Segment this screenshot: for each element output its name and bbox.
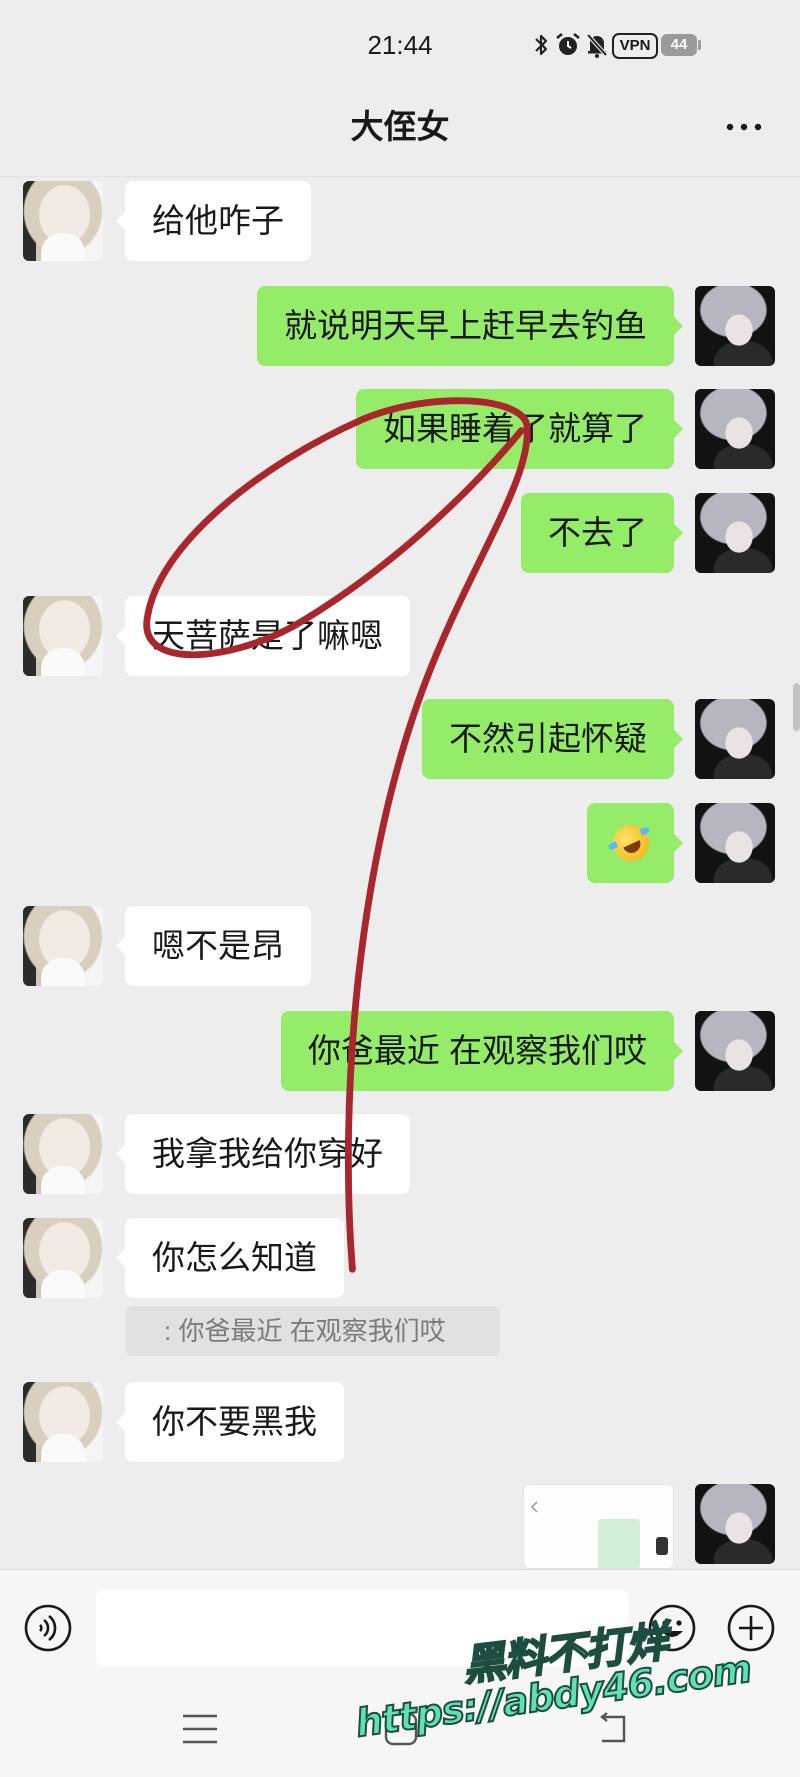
incoming-message[interactable]: 给他咋子 (116, 181, 311, 261)
image-content (656, 1537, 668, 1555)
outgoing-message[interactable]: 就说明天早上赶早去钓鱼 (257, 286, 683, 366)
vpn-icon: VPN (612, 33, 658, 59)
annotation-overlay (143, 397, 531, 1273)
image-message-thumbnail[interactable] (523, 1484, 674, 1569)
incoming-message[interactable]: 嗯不是昂 (116, 906, 311, 986)
contact-avatar[interactable] (23, 1382, 103, 1462)
my-avatar[interactable] (695, 286, 775, 366)
my-avatar[interactable] (695, 389, 775, 469)
contact-avatar[interactable] (23, 1114, 103, 1194)
outgoing-message[interactable]: 如果睡着了就算了 (356, 389, 683, 469)
incoming-message[interactable]: 你怎么知道 (116, 1218, 344, 1298)
image-content (598, 1519, 640, 1568)
header-divider (0, 176, 800, 177)
mute-bell-icon (586, 33, 608, 58)
my-avatar[interactable] (695, 1011, 775, 1091)
contact-avatar[interactable] (23, 181, 103, 261)
contact-avatar[interactable] (23, 596, 103, 676)
back-icon[interactable] (594, 1711, 630, 1747)
scrollbar-thumb[interactable] (793, 683, 800, 731)
more-dots-icon[interactable] (722, 113, 766, 141)
incoming-message[interactable]: 你不要黑我 (116, 1382, 344, 1462)
quoted-reply[interactable]: : 你爸最近 在观察我们哎 (126, 1306, 500, 1356)
plus-icon[interactable] (726, 1603, 776, 1653)
chat-title: 大侄女 (350, 108, 450, 145)
contact-avatar[interactable] (23, 1218, 103, 1298)
menu-icon[interactable] (181, 1712, 219, 1746)
outgoing-message[interactable]: 你爸最近 在观察我们哎 (280, 1011, 684, 1091)
battery-tip (698, 40, 701, 50)
contact-avatar[interactable] (23, 906, 103, 986)
my-avatar[interactable] (695, 803, 775, 883)
incoming-message[interactable]: 天菩萨是了嘛嗯 (116, 596, 410, 676)
outgoing-message[interactable]: 不然引起怀疑 (422, 699, 683, 779)
outgoing-message[interactable]: 不去了 (521, 493, 683, 573)
my-avatar[interactable] (695, 1484, 775, 1564)
bluetooth-icon (535, 34, 548, 56)
chevron-left-icon (530, 1501, 538, 1513)
my-avatar[interactable] (695, 493, 775, 573)
incoming-message[interactable]: 我拿我给你穿好 (116, 1114, 410, 1194)
battery-icon: 44 (661, 34, 697, 56)
outgoing-emoji-message[interactable] (587, 803, 683, 883)
rolling-on-the-floor-laughing-emoji-icon (607, 819, 655, 867)
alarm-icon (556, 33, 580, 55)
my-avatar[interactable] (695, 699, 775, 779)
status-time: 21:44 (367, 30, 433, 60)
voice-icon[interactable] (23, 1603, 73, 1653)
